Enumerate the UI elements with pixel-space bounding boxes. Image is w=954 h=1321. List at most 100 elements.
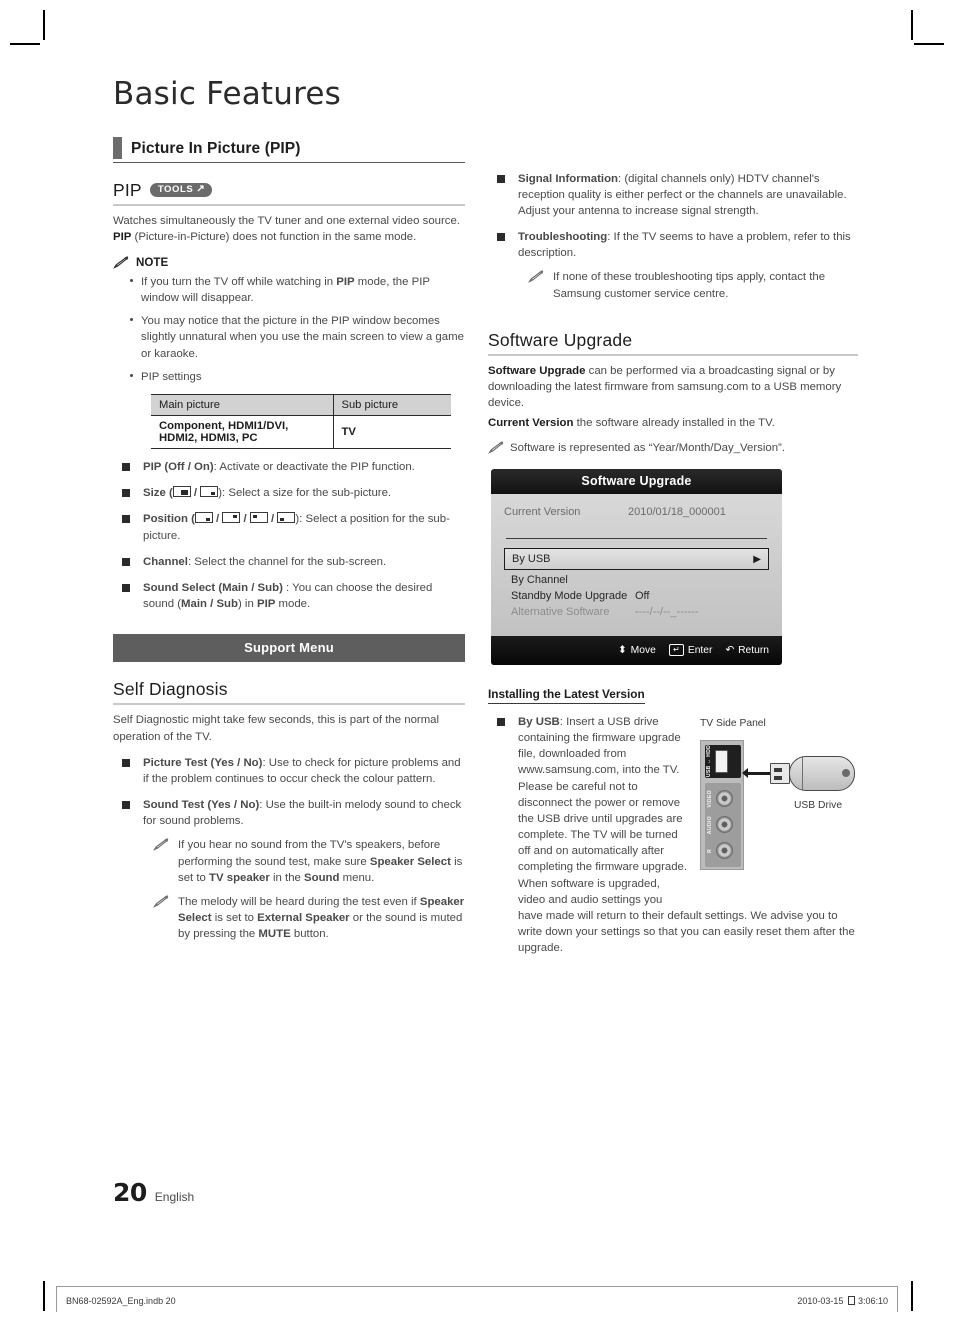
osd-menu-item-standby-mode-upgrade[interactable]: Standby Mode Upgrade Off (504, 590, 769, 602)
installing-heading: Installing the Latest Version (488, 687, 645, 704)
list-item-troubleshooting: Troubleshooting: If the TV seems to have… (488, 229, 858, 302)
ampm-glyph (848, 1296, 856, 1305)
osd-item-value: ----/--/--_------ (635, 606, 699, 619)
osd-footer-hints: ⬍ Move ↵ Enter ↶ Return (491, 635, 782, 665)
osd-hint-return: ↶ Return (725, 644, 769, 657)
list-item-channel: Channel: Select the channel for the sub-… (113, 554, 465, 570)
cell-sub-picture: TV (332, 415, 451, 449)
column-header-sub-picture: Sub picture (332, 394, 451, 417)
crop-mark-right-top (914, 43, 944, 45)
print-source-file: BN68-02592A_Eng.indb 20 (66, 1296, 176, 1306)
troubleshooting-note: If none of these troubleshooting tips ap… (528, 269, 858, 301)
software-upgrade-p1: Software Upgrade can be performed via a … (488, 363, 858, 412)
installing-body: TV Side Panel USB ↔ HDD VIDEO AUDIO R US… (488, 714, 858, 957)
subheading-label: PIP (113, 179, 142, 200)
pip-settings-table: Main picture Sub picture Component, HDMI… (151, 394, 451, 450)
pip-position-top-left-icon (249, 512, 268, 524)
pip-size-large-icon (172, 486, 191, 498)
column-header-main-picture: Main picture (151, 394, 333, 417)
subheading-pip: PIP TOOLS ↗ (113, 180, 465, 201)
osd-body: Current Version 2010/01/18_000001 By USB… (491, 493, 782, 636)
right-column: Signal Information: (digital channels on… (488, 125, 858, 957)
table-row: Component, HDMI1/DVI, HDMI2, HDMI3, PC T… (151, 415, 451, 449)
sound-test-label: Sound Test (Yes / No) (143, 799, 260, 812)
pip-size-small-icon (200, 486, 219, 498)
print-date: 2010-03-15 (797, 1296, 844, 1306)
pip-options-list: PIP (Off / On): Activate or deactivate t… (113, 459, 465, 612)
software-upgrade-title: Software Upgrade (488, 329, 633, 350)
osd-item-value: Off (635, 590, 650, 603)
section-heading-label: Picture In Picture (PIP) (131, 139, 301, 157)
channel-label: Channel (143, 555, 188, 568)
list-item: PIP settings (130, 369, 465, 385)
pos-slash-2: / (240, 513, 250, 526)
print-timestamp: 2010-03-15 3:06:10 (797, 1296, 888, 1306)
sound-text-d: PIP (256, 598, 276, 611)
pip-intro-c: (Picture-in-Picture) does not function i… (131, 230, 417, 243)
sound-text-e: mode. (275, 598, 311, 611)
up-down-arrow-icon: ⬍ (618, 645, 627, 657)
osd-hint-return-label: Return (738, 644, 769, 656)
support-menu-banner: Support Menu (113, 634, 465, 663)
table-header-row: Main picture Sub picture (151, 394, 451, 417)
osd-hint-move: ⬍ Move (618, 644, 656, 657)
pencil-icon (528, 270, 545, 284)
note1-b: Speaker Select (369, 855, 451, 868)
osd-menu-item-by-channel[interactable]: By Channel (504, 574, 769, 586)
pip-position-bottom-right-icon (194, 512, 213, 524)
note2-f: MUTE (258, 928, 291, 941)
section-heading-pip: Picture In Picture (PIP) (113, 136, 465, 159)
pip-onoff-text: : Activate or deactivate the PIP functio… (213, 461, 415, 474)
osd-by-usb-label: By USB (512, 553, 551, 566)
pip-onoff-label: PIP (Off / On) (143, 461, 214, 474)
note-label: NOTE (136, 255, 169, 269)
pip-intro-a: Watches simultaneously the TV tuner and … (113, 214, 460, 227)
note-text-a: PIP settings (141, 370, 202, 383)
sound-text-b: Main / Sub (181, 598, 238, 611)
list-item-size: Size ( / ): Select a size for the sub-pi… (113, 485, 465, 501)
by-usb-label: By USB (518, 715, 560, 728)
osd-item-label: Standby Mode Upgrade (511, 590, 628, 603)
print-mark-right (897, 1286, 898, 1312)
osd-menu-item-by-usb[interactable]: By USB ▶ (504, 548, 769, 571)
note-text-b: PIP (336, 275, 355, 288)
list-item-picture-test: Picture Test (Yes / No): Use to check fo… (113, 755, 465, 787)
page-content: Basic Features Picture In Picture (PIP) … (113, 78, 858, 1185)
su-p2-a: Current Version (488, 417, 574, 430)
note2-d: External Speaker (257, 912, 350, 925)
software-upgrade-osd: Software Upgrade Current Version 2010/01… (491, 468, 782, 665)
return-arrow-icon: ↶ (725, 645, 735, 657)
page-footer: 20 English (113, 1178, 194, 1207)
pip-position-bottom-left-icon (277, 512, 296, 524)
crop-mark-left-top (10, 43, 40, 45)
note-text-a: If you turn the TV off while watching in (141, 275, 337, 288)
size-slash: / (190, 487, 201, 500)
chevron-right-icon: ▶ (753, 553, 761, 565)
osd-menu-item-alternative-software[interactable]: Alternative Software ----/--/--_------ (504, 606, 769, 618)
troubleshooting-label: Troubleshooting (518, 231, 608, 244)
picture-test-label: Picture Test (Yes / No) (143, 756, 263, 769)
osd-titlebar: Software Upgrade (491, 468, 782, 494)
subheading-software-upgrade: Software Upgrade (488, 330, 858, 351)
osd-current-version-row: Current Version 2010/01/18_000001 (504, 504, 769, 521)
su-p1-a: Software Upgrade (488, 364, 586, 377)
by-usb-text: : Insert a USB drive containing the firm… (518, 715, 855, 955)
software-upgrade-note-text: Software is represented as “Year/Month/D… (510, 441, 785, 454)
self-diagnosis-intro: Self Diagnostic might take few seconds, … (113, 714, 440, 743)
subheading-rule-self-diagnosis (113, 703, 465, 706)
position-label: Position ( (143, 513, 195, 526)
note1-g: menu. (339, 871, 375, 884)
crop-mark-top-right (911, 10, 913, 40)
software-upgrade-note: Software is represented as “Year/Month/D… (488, 440, 858, 456)
print-time: 3:06:10 (857, 1296, 888, 1306)
print-mark-left (56, 1286, 57, 1312)
osd-item-label: By Channel (511, 574, 568, 587)
osd-hint-enter: ↵ Enter (668, 644, 712, 657)
crop-mark-bottom-left (43, 1281, 45, 1311)
section-heading-rule (113, 161, 465, 163)
sound-select-label: Sound Select (Main / Sub) (143, 581, 283, 594)
subheading-self-diagnosis: Self Diagnosis (113, 679, 465, 700)
note-header: NOTE (113, 256, 465, 269)
list-item-sound-select: Sound Select (Main / Sub) : You can choo… (113, 580, 465, 612)
sound-test-note-1: If you hear no sound from the TV's speak… (153, 837, 465, 886)
